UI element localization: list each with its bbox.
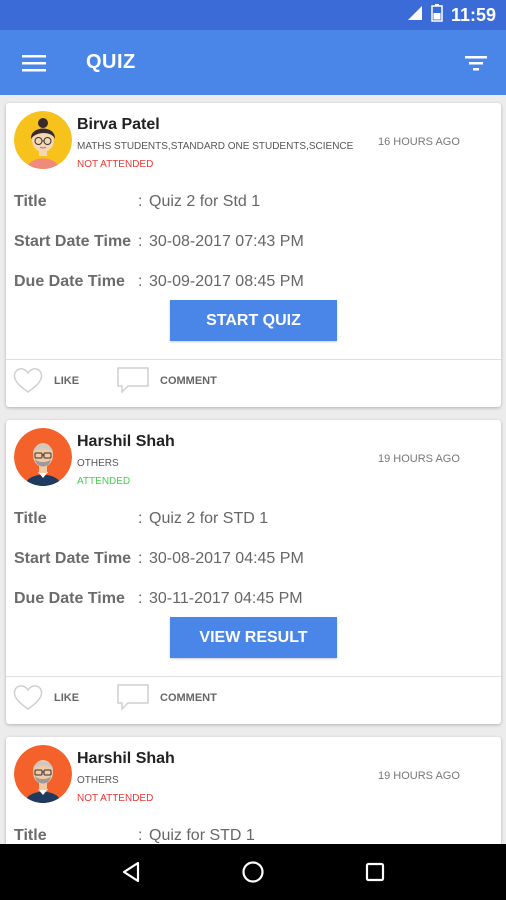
like-label: LIKE bbox=[54, 692, 80, 704]
field-label: Due Date Time bbox=[14, 273, 125, 290]
home-icon[interactable] bbox=[233, 852, 273, 892]
timestamp: 19 HOURS AGO bbox=[378, 770, 460, 782]
quiz-card: Birva Patel MATHS STUDENTS,STANDARD ONE … bbox=[6, 103, 501, 407]
field-value: 30-09-2017 08:45 PM bbox=[149, 273, 304, 290]
field-label: Start Date Time bbox=[14, 233, 132, 250]
recents-icon[interactable] bbox=[355, 852, 395, 892]
page-title: QUIZ bbox=[86, 51, 136, 73]
quiz-card: Harshil Shah OTHERS NOT ATTENDED 19 HOUR… bbox=[6, 737, 501, 844]
divider bbox=[6, 359, 501, 360]
quiz-title-row: Title : Quiz for STD 1 bbox=[14, 827, 255, 844]
status-bar: 11:59 bbox=[0, 0, 506, 30]
due-date-row: Due Date Time : 30-11-2017 04:45 PM bbox=[14, 590, 303, 608]
field-label: Start Date Time bbox=[14, 550, 132, 567]
field-value: 30-08-2017 04:45 PM bbox=[149, 550, 304, 567]
comment-icon bbox=[116, 683, 150, 714]
due-date-row: Due Date Time : 30-09-2017 08:45 PM bbox=[14, 273, 304, 291]
avatar bbox=[14, 745, 72, 803]
start-date-row: Start Date Time : 30-08-2017 04:45 PM bbox=[14, 550, 304, 568]
author-name: Birva Patel bbox=[77, 116, 160, 133]
signal-icon bbox=[407, 5, 423, 26]
quiz-title-row: Title : Quiz 2 for STD 1 bbox=[14, 510, 268, 528]
app-bar: QUIZ bbox=[0, 30, 506, 95]
like-button[interactable]: LIKE bbox=[12, 682, 79, 714]
quiz-feed[interactable]: Birva Patel MATHS STUDENTS,STANDARD ONE … bbox=[0, 95, 506, 844]
field-label: Title bbox=[14, 193, 47, 210]
field-value: Quiz 2 for Std 1 bbox=[149, 193, 261, 210]
field-separator: : bbox=[138, 827, 143, 844]
audience-label: OTHERS bbox=[77, 775, 119, 786]
field-separator: : bbox=[138, 590, 143, 607]
attendance-status: NOT ATTENDED bbox=[77, 793, 154, 804]
attendance-status: NOT ATTENDED bbox=[77, 159, 154, 170]
field-value: Quiz 2 for STD 1 bbox=[149, 510, 269, 527]
avatar bbox=[14, 428, 72, 486]
comment-button[interactable]: COMMENT bbox=[116, 365, 217, 397]
quiz-card: Harshil Shah OTHERS ATTENDED 19 HOURS AG… bbox=[6, 420, 501, 724]
field-separator: : bbox=[138, 273, 143, 290]
navigation-bar bbox=[0, 844, 506, 900]
status-time: 11:59 bbox=[450, 4, 496, 25]
hamburger-menu-icon[interactable] bbox=[0, 30, 68, 95]
like-button[interactable]: LIKE bbox=[12, 365, 79, 397]
audience-label: MATHS STUDENTS,STANDARD ONE STUDENTS,SCI… bbox=[77, 141, 354, 152]
view-result-button[interactable]: VIEW RESULT bbox=[170, 617, 337, 658]
audience-label: OTHERS bbox=[77, 458, 119, 469]
author-name: Harshil Shah bbox=[77, 433, 175, 450]
heart-icon bbox=[12, 366, 44, 397]
author-name: Harshil Shah bbox=[77, 750, 175, 767]
field-label: Due Date Time bbox=[14, 590, 125, 607]
start-quiz-button[interactable]: START QUIZ bbox=[170, 300, 337, 341]
comment-button[interactable]: COMMENT bbox=[116, 682, 217, 714]
timestamp: 16 HOURS AGO bbox=[378, 136, 460, 148]
field-label: Title bbox=[14, 510, 47, 527]
avatar bbox=[14, 111, 72, 169]
start-date-row: Start Date Time : 30-08-2017 07:43 PM bbox=[14, 233, 304, 251]
attendance-status: ATTENDED bbox=[77, 476, 131, 487]
comment-label: COMMENT bbox=[160, 375, 217, 387]
field-label: Title bbox=[14, 827, 47, 844]
comment-icon bbox=[116, 366, 150, 397]
filter-icon[interactable] bbox=[446, 30, 506, 95]
battery-icon bbox=[431, 3, 443, 27]
field-separator: : bbox=[138, 233, 143, 250]
field-separator: : bbox=[138, 193, 143, 210]
quiz-title-row: Title : Quiz 2 for Std 1 bbox=[14, 193, 260, 211]
comment-label: COMMENT bbox=[160, 692, 217, 704]
like-label: LIKE bbox=[54, 375, 80, 387]
field-separator: : bbox=[138, 510, 143, 527]
back-icon[interactable] bbox=[111, 852, 151, 892]
field-value: 30-11-2017 04:45 PM bbox=[149, 590, 303, 607]
divider bbox=[6, 676, 501, 677]
field-value: Quiz for STD 1 bbox=[149, 827, 255, 844]
field-value: 30-08-2017 07:43 PM bbox=[149, 233, 304, 250]
timestamp: 19 HOURS AGO bbox=[378, 453, 460, 465]
field-separator: : bbox=[138, 550, 143, 567]
heart-icon bbox=[12, 683, 44, 714]
